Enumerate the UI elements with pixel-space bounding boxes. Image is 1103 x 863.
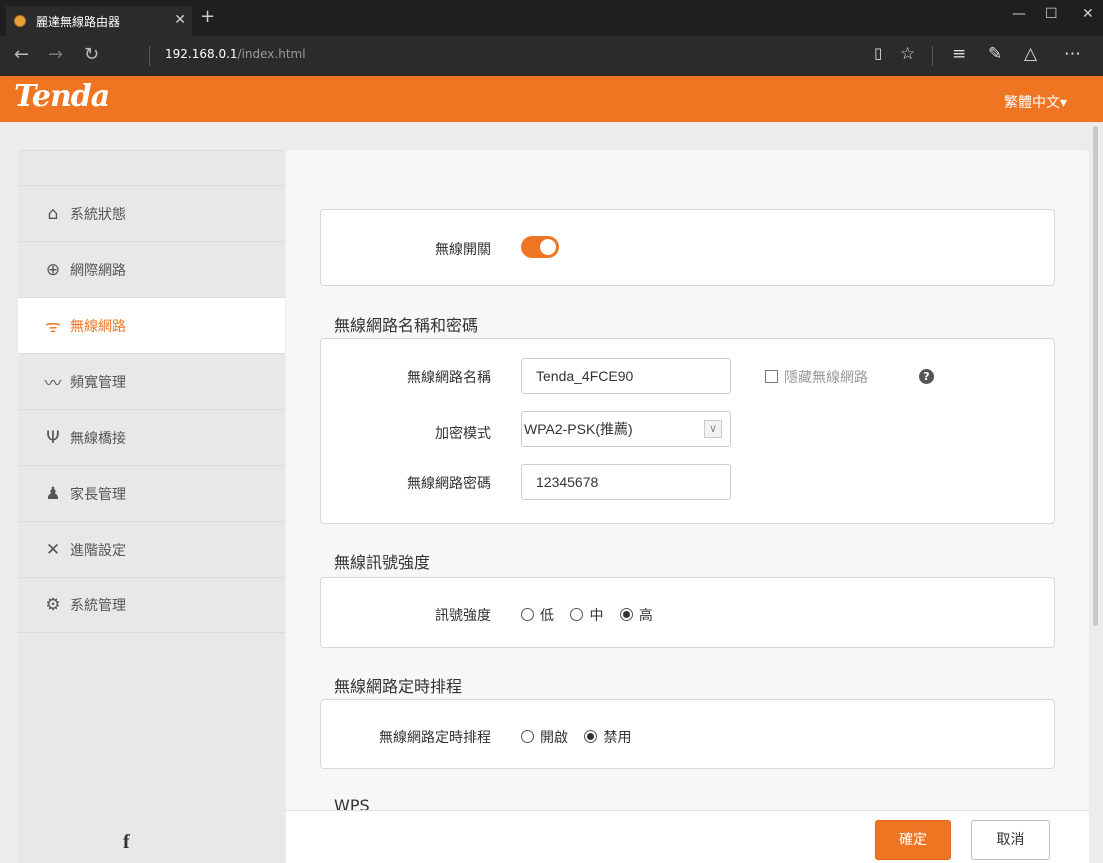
sidebar-item-parental[interactable]: ♟ 家長管理: [18, 465, 285, 521]
signal-option-high[interactable]: 高: [619, 608, 653, 624]
radio-button[interactable]: [521, 730, 534, 743]
tools-icon: ✕: [45, 539, 61, 560]
chevron-down-icon: ∨: [704, 420, 722, 438]
schedule-radio-group: 開啟 禁用: [521, 727, 643, 747]
radio-button[interactable]: [570, 608, 584, 621]
wireless-switch-card: 無線開關: [320, 209, 1055, 286]
help-icon[interactable]: ?: [919, 369, 934, 384]
browser-titlebar: 麗達無線路由器 ✕ + — ☐ ✕: [0, 0, 1103, 36]
signal-strength-radio-group: 低 中 高: [521, 605, 665, 625]
radio-button[interactable]: [619, 608, 633, 621]
schedule-label: 無線網路定時排程: [379, 730, 491, 746]
bandwidth-icon: 〰: [44, 374, 62, 394]
signal-strength-label: 訊號強度: [435, 608, 491, 624]
footer-bar: 確定 取消: [286, 810, 1103, 863]
wireless-switch-label: 無線開關: [435, 242, 491, 258]
cancel-button[interactable]: 取消: [971, 820, 1050, 860]
hide-ssid-option[interactable]: 隱藏無線網路: [765, 367, 868, 387]
antenna-icon: Ψ: [46, 427, 60, 448]
forward-icon[interactable]: →: [48, 44, 63, 65]
browser-tab[interactable]: 麗達無線路由器 ✕: [6, 6, 192, 36]
security-mode-label: 加密模式: [435, 426, 491, 442]
wireless-switch-toggle[interactable]: [521, 236, 559, 258]
address-bar: ← → ↻ 192.168.0.1/index.html ▯ ☆ ≡ ✎ △ ⋯: [0, 36, 1103, 76]
ssid-label: 無線網路名稱: [407, 370, 491, 386]
radio-label: 低: [540, 608, 554, 624]
sidebar-item-label: 系統管理: [70, 598, 126, 614]
scrollbar[interactable]: [1089, 122, 1103, 863]
security-mode-select[interactable]: WPA2-PSK(推薦) ∨: [521, 411, 731, 447]
ssid-input[interactable]: Tenda_4FCE90: [521, 358, 731, 394]
share-icon[interactable]: △: [1024, 44, 1037, 64]
schedule-card: 無線網路定時排程 開啟 禁用: [320, 699, 1055, 769]
section-title-schedule: 無線網路定時排程: [334, 677, 463, 696]
schedule-option-disable[interactable]: 禁用: [584, 730, 631, 746]
new-tab-icon[interactable]: +: [200, 6, 215, 27]
sidebar: ⌂ 系統狀態 ⊕ 網際網路 ᯤ 無線網路 〰 頻寬管理 Ψ 無線橋接 ♟ 家長管…: [18, 150, 285, 863]
minimize-icon[interactable]: —: [1012, 6, 1026, 22]
sidebar-item-advanced[interactable]: ✕ 進階設定: [18, 521, 285, 577]
section-title-ssid: 無線網路名稱和密碼: [334, 316, 479, 335]
radio-button[interactable]: [584, 730, 598, 743]
sidebar-item-system-status[interactable]: ⌂ 系統狀態: [18, 185, 285, 241]
url-field[interactable]: 192.168.0.1/index.html: [165, 47, 306, 61]
globe-icon: ⊕: [45, 259, 61, 280]
router-header: Tenda 繁體中文▾: [0, 76, 1103, 122]
parent-child-icon: ♟: [45, 483, 61, 504]
ssid-card: 無線網路名稱 Tenda_4FCE90 隱藏無線網路 ? 加密模式 WPA2-P…: [320, 338, 1055, 524]
tenda-logo: Tenda: [14, 79, 110, 114]
confirm-button[interactable]: 確定: [875, 820, 951, 860]
hub-icon[interactable]: ≡: [952, 44, 966, 64]
schedule-option-enable[interactable]: 開啟: [521, 730, 568, 746]
back-icon[interactable]: ←: [14, 44, 29, 65]
sidebar-item-label: 頻寬管理: [70, 374, 126, 391]
signal-card: 訊號強度 低 中 高: [320, 577, 1055, 648]
wifi-icon: ᯤ: [45, 317, 61, 337]
scrollbar-thumb[interactable]: [1093, 126, 1098, 626]
tab-close-icon[interactable]: ✕: [174, 12, 186, 28]
sidebar-item-label: 家長管理: [70, 486, 126, 503]
signal-option-medium[interactable]: 中: [570, 608, 603, 624]
language-selector[interactable]: 繁體中文▾: [1004, 92, 1067, 112]
web-note-icon[interactable]: ✎: [988, 44, 1002, 64]
hide-ssid-label: 隱藏無線網路: [784, 370, 868, 386]
sidebar-item-wireless[interactable]: ᯤ 無線網路: [18, 297, 285, 353]
radio-label: 禁用: [603, 730, 632, 746]
divider: [932, 46, 933, 66]
refresh-icon[interactable]: ↻: [84, 44, 99, 65]
sidebar-item-internet[interactable]: ⊕ 網際網路: [18, 241, 285, 297]
hide-ssid-checkbox[interactable]: [765, 370, 778, 383]
security-mode-value: WPA2-PSK(推薦): [524, 421, 633, 437]
divider: [149, 46, 150, 66]
sidebar-item-label: 無線網路: [70, 318, 126, 335]
sidebar-item-label: 進階設定: [70, 542, 126, 559]
section-title-signal: 無線訊號強度: [334, 553, 431, 572]
facebook-icon[interactable]: f: [123, 831, 130, 854]
password-label: 無線網路密碼: [407, 476, 491, 492]
more-icon[interactable]: ⋯: [1064, 44, 1081, 64]
radio-label: 高: [638, 608, 653, 624]
sidebar-item-label: 系統狀態: [70, 206, 126, 223]
main-content: 無線開關 無線網路名稱和密碼 無線網路名稱 Tenda_4FCE90 隱藏無線網…: [286, 150, 1089, 863]
tab-title: 麗達無線路由器: [36, 14, 121, 29]
reading-view-icon[interactable]: ▯: [874, 44, 882, 62]
sidebar-item-bandwidth[interactable]: 〰 頻寬管理: [18, 353, 285, 409]
password-input[interactable]: 12345678: [521, 464, 731, 500]
tenda-favicon-icon: [14, 15, 26, 27]
radio-label: 開啟: [540, 730, 568, 746]
radio-label: 中: [589, 608, 604, 624]
signal-option-low[interactable]: 低: [521, 608, 554, 624]
url-path: /index.html: [237, 47, 306, 61]
window-close-icon[interactable]: ✕: [1082, 6, 1094, 22]
favorite-icon[interactable]: ☆: [900, 44, 915, 64]
router-icon: ⌂: [47, 203, 59, 224]
sidebar-item-wireless-bridge[interactable]: Ψ 無線橋接: [18, 409, 285, 465]
gears-icon: ⚙: [45, 595, 61, 615]
radio-button[interactable]: [521, 608, 534, 621]
sidebar-item-label: 無線橋接: [70, 430, 126, 447]
maximize-icon[interactable]: ☐: [1045, 6, 1058, 22]
url-host: 192.168.0.1: [165, 47, 238, 61]
sidebar-item-system-admin[interactable]: ⚙ 系統管理: [18, 577, 285, 633]
sidebar-item-label: 網際網路: [70, 262, 126, 279]
